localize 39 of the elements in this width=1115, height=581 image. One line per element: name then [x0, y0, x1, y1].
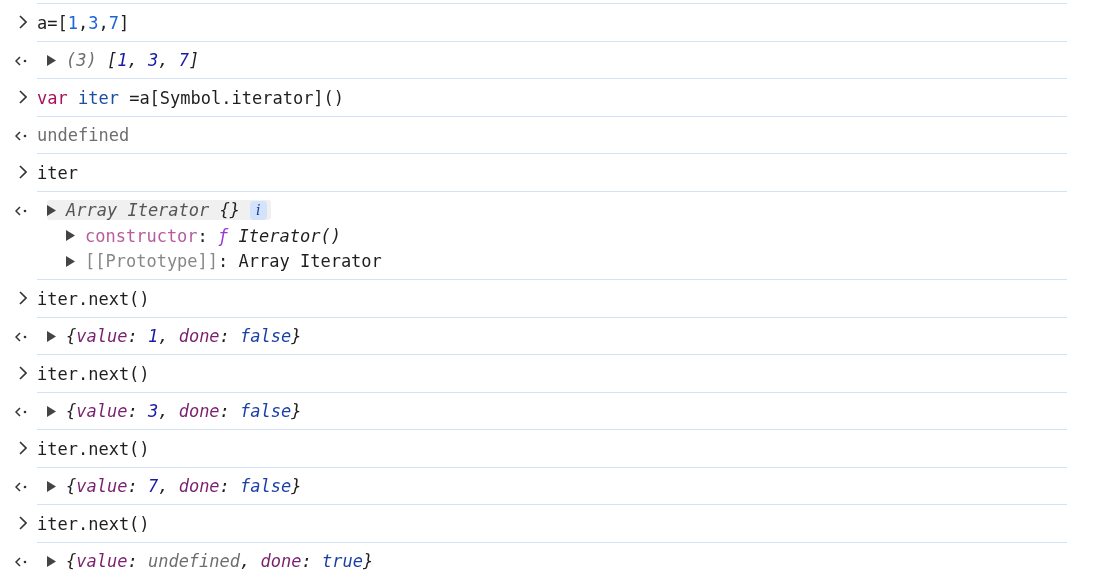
property-line[interactable]: [[Prototype]]: Array Iterator	[85, 251, 382, 272]
prompt-chevron-icon	[19, 165, 27, 179]
expand-triangle-icon[interactable]	[66, 255, 75, 267]
object-preview[interactable]: {value: 1, done: false}	[66, 326, 302, 347]
command-text: iter.next()	[37, 363, 150, 384]
command-text: iter.next()	[37, 438, 150, 459]
result-arrow-icon	[15, 205, 27, 216]
property-line[interactable]: constructor: ƒ Iterator()	[85, 225, 341, 246]
command-text: iter.next()	[37, 513, 150, 534]
expand-triangle-icon[interactable]	[47, 330, 56, 342]
expand-triangle-icon[interactable]	[47, 555, 56, 567]
object-preview[interactable]: {value: 7, done: false}	[66, 476, 302, 497]
command-text: var iter =a[Symbol.iterator]()	[37, 87, 345, 108]
result-text: undefined	[37, 125, 130, 146]
prompt-chevron-icon	[19, 15, 27, 29]
result-arrow-icon	[15, 331, 27, 342]
object-preview[interactable]: {value: 3, done: false}	[66, 401, 302, 422]
info-badge: i	[250, 200, 267, 220]
result-arrow-icon	[15, 481, 27, 492]
expand-triangle-icon[interactable]	[47, 480, 56, 492]
command-text: iter.next()	[37, 288, 150, 309]
prompt-chevron-icon	[19, 291, 27, 305]
expand-triangle-icon[interactable]	[47, 54, 56, 66]
result-arrow-icon	[15, 406, 27, 417]
object-preview[interactable]: {value: undefined, done: true}	[66, 551, 374, 572]
expand-triangle-icon[interactable]	[47, 204, 56, 216]
expand-triangle-icon[interactable]	[47, 405, 56, 417]
prompt-chevron-icon	[19, 441, 27, 455]
result-arrow-icon	[15, 55, 27, 66]
object-preview[interactable]: (3) [1, 3, 7]	[66, 50, 200, 71]
result-arrow-icon	[15, 556, 27, 567]
command-text: iter	[37, 162, 78, 183]
result-arrow-icon	[15, 130, 27, 141]
prompt-chevron-icon	[19, 90, 27, 104]
expand-triangle-icon[interactable]	[66, 230, 75, 242]
command-text: a=[1,3,7]	[37, 12, 130, 33]
prompt-chevron-icon	[19, 516, 27, 530]
object-preview[interactable]: Array Iterator {}	[66, 200, 240, 221]
prompt-chevron-icon	[19, 366, 27, 380]
